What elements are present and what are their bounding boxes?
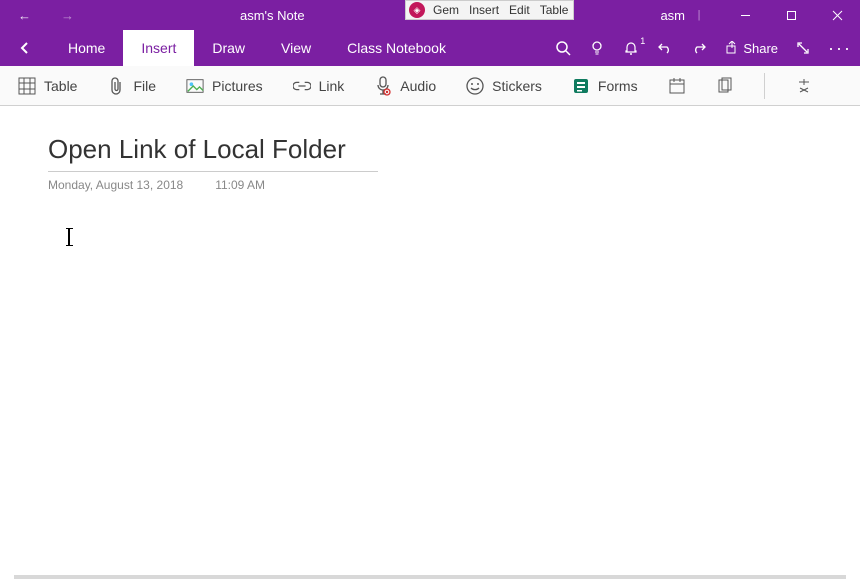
gem-icon: ◈	[409, 2, 425, 18]
smiley-icon	[466, 77, 484, 95]
scrollbar-horizontal[interactable]	[14, 575, 846, 579]
forms-label: Forms	[598, 78, 638, 94]
separator	[764, 73, 765, 99]
page-canvas[interactable]: Open Link of Local Folder Monday, August…	[0, 106, 860, 585]
gem-menu-edit[interactable]: Edit	[504, 3, 535, 17]
file-label: File	[133, 78, 156, 94]
gem-menu-insert[interactable]: Insert	[464, 3, 504, 17]
equation-icon	[795, 77, 813, 95]
insert-meeting-button[interactable]	[668, 77, 686, 95]
close-button[interactable]	[814, 0, 860, 30]
table-label: Table	[44, 78, 77, 94]
more-icon[interactable]: ···	[828, 38, 852, 59]
insert-stickers-button[interactable]: Stickers	[466, 77, 542, 95]
paperclip-icon	[107, 77, 125, 95]
audio-label: Audio	[400, 78, 436, 94]
gem-menu-gem[interactable]: Gem	[428, 3, 464, 17]
undo-icon[interactable]	[657, 40, 673, 56]
redo-icon[interactable]	[691, 40, 707, 56]
tab-insert[interactable]: Insert	[123, 30, 194, 66]
divider: |	[676, 0, 722, 30]
insert-link-button[interactable]: Link	[293, 77, 345, 95]
notifications-icon[interactable]: 1	[623, 40, 639, 56]
picture-icon	[186, 77, 204, 95]
text-cursor	[68, 228, 70, 246]
copy-icon	[716, 77, 734, 95]
back-button[interactable]	[0, 30, 50, 66]
tab-class-notebook[interactable]: Class Notebook	[329, 30, 464, 66]
tab-view[interactable]: View	[263, 30, 329, 66]
stickers-label: Stickers	[492, 78, 542, 94]
ribbon-insert: Table File Pictures Link Audio Stickers	[0, 66, 860, 106]
forms-icon	[572, 77, 590, 95]
tab-draw[interactable]: Draw	[194, 30, 263, 66]
notification-count: 1	[640, 36, 645, 46]
calendar-icon	[668, 77, 686, 95]
insert-audio-button[interactable]: Audio	[374, 77, 436, 95]
microphone-icon	[374, 77, 392, 95]
link-label: Link	[319, 78, 345, 94]
minimize-button[interactable]	[722, 0, 768, 30]
search-icon[interactable]	[555, 40, 571, 56]
ribbon-tabs: Home Insert Draw View Class Notebook 1 S…	[0, 30, 860, 66]
equation-button[interactable]	[795, 77, 813, 95]
lightbulb-icon[interactable]	[589, 40, 605, 56]
copy-icon-button[interactable]	[716, 77, 734, 95]
table-icon	[18, 77, 36, 95]
tab-home[interactable]: Home	[50, 30, 123, 66]
insert-forms-button[interactable]: Forms	[572, 77, 638, 95]
link-icon	[293, 77, 311, 95]
insert-pictures-button[interactable]: Pictures	[186, 77, 263, 95]
fullscreen-icon[interactable]	[796, 41, 810, 55]
share-button[interactable]: Share	[725, 41, 778, 56]
page-title[interactable]: Open Link of Local Folder	[48, 134, 378, 172]
forward-arrow-icon[interactable]: →	[61, 8, 74, 23]
notebook-title: asm's Note	[240, 8, 305, 23]
share-label: Share	[743, 41, 778, 56]
pictures-label: Pictures	[212, 78, 263, 94]
maximize-button[interactable]	[768, 0, 814, 30]
gem-addon-menu: ◈ Gem Insert Edit Table	[405, 0, 574, 20]
back-arrow-icon[interactable]: ←	[18, 8, 31, 23]
insert-table-button[interactable]: Table	[18, 77, 77, 95]
page-date: Monday, August 13, 2018	[48, 178, 183, 192]
gem-menu-table[interactable]: Table	[535, 3, 574, 17]
page-time: 11:09 AM	[215, 178, 265, 192]
insert-file-button[interactable]: File	[107, 77, 156, 95]
